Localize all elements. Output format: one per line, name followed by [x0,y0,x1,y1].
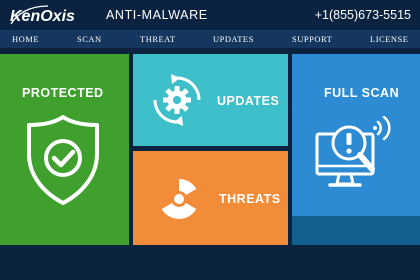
nav-updates[interactable]: UPDATES [213,34,254,44]
product-name: ANTI-MALWARE [106,8,208,22]
protected-tile[interactable]: PROTECTED [0,54,129,245]
radiation-icon [161,179,197,219]
nav-threat[interactable]: THREAT [140,34,176,44]
updates-tile[interactable]: UPDATES [133,54,288,146]
monitor-scan-icon [315,116,391,187]
fullscan-label: FULL SCAN [324,86,400,100]
fullscan-footer-strip [292,216,420,245]
threats-label: THREATS [219,192,281,206]
main-nav: HOME SCAN THREAT UPDATES SUPPORT LICENSE [0,30,420,48]
shield-check-icon [27,115,99,205]
threats-tile[interactable]: THREATS [133,151,288,245]
page-footer [0,249,420,280]
nav-scan[interactable]: SCAN [77,34,102,44]
updates-label: UPDATES [217,94,280,108]
svg-text:KenOxis: KenOxis [10,8,75,25]
kenoxis-logo[interactable]: KenOxis [8,4,94,26]
fullscan-tile[interactable]: FULL SCAN [292,54,420,216]
nav-support[interactable]: SUPPORT [292,34,332,44]
support-phone[interactable]: +1(855)673-5515 [315,8,411,22]
gear-sync-icon [153,74,201,126]
protected-label: PROTECTED [22,86,104,100]
nav-home[interactable]: HOME [12,34,39,44]
app-header: KenOxis ANTI-MALWARE +1(855)673-5515 [0,0,420,30]
nav-license[interactable]: LICENSE [370,34,408,44]
